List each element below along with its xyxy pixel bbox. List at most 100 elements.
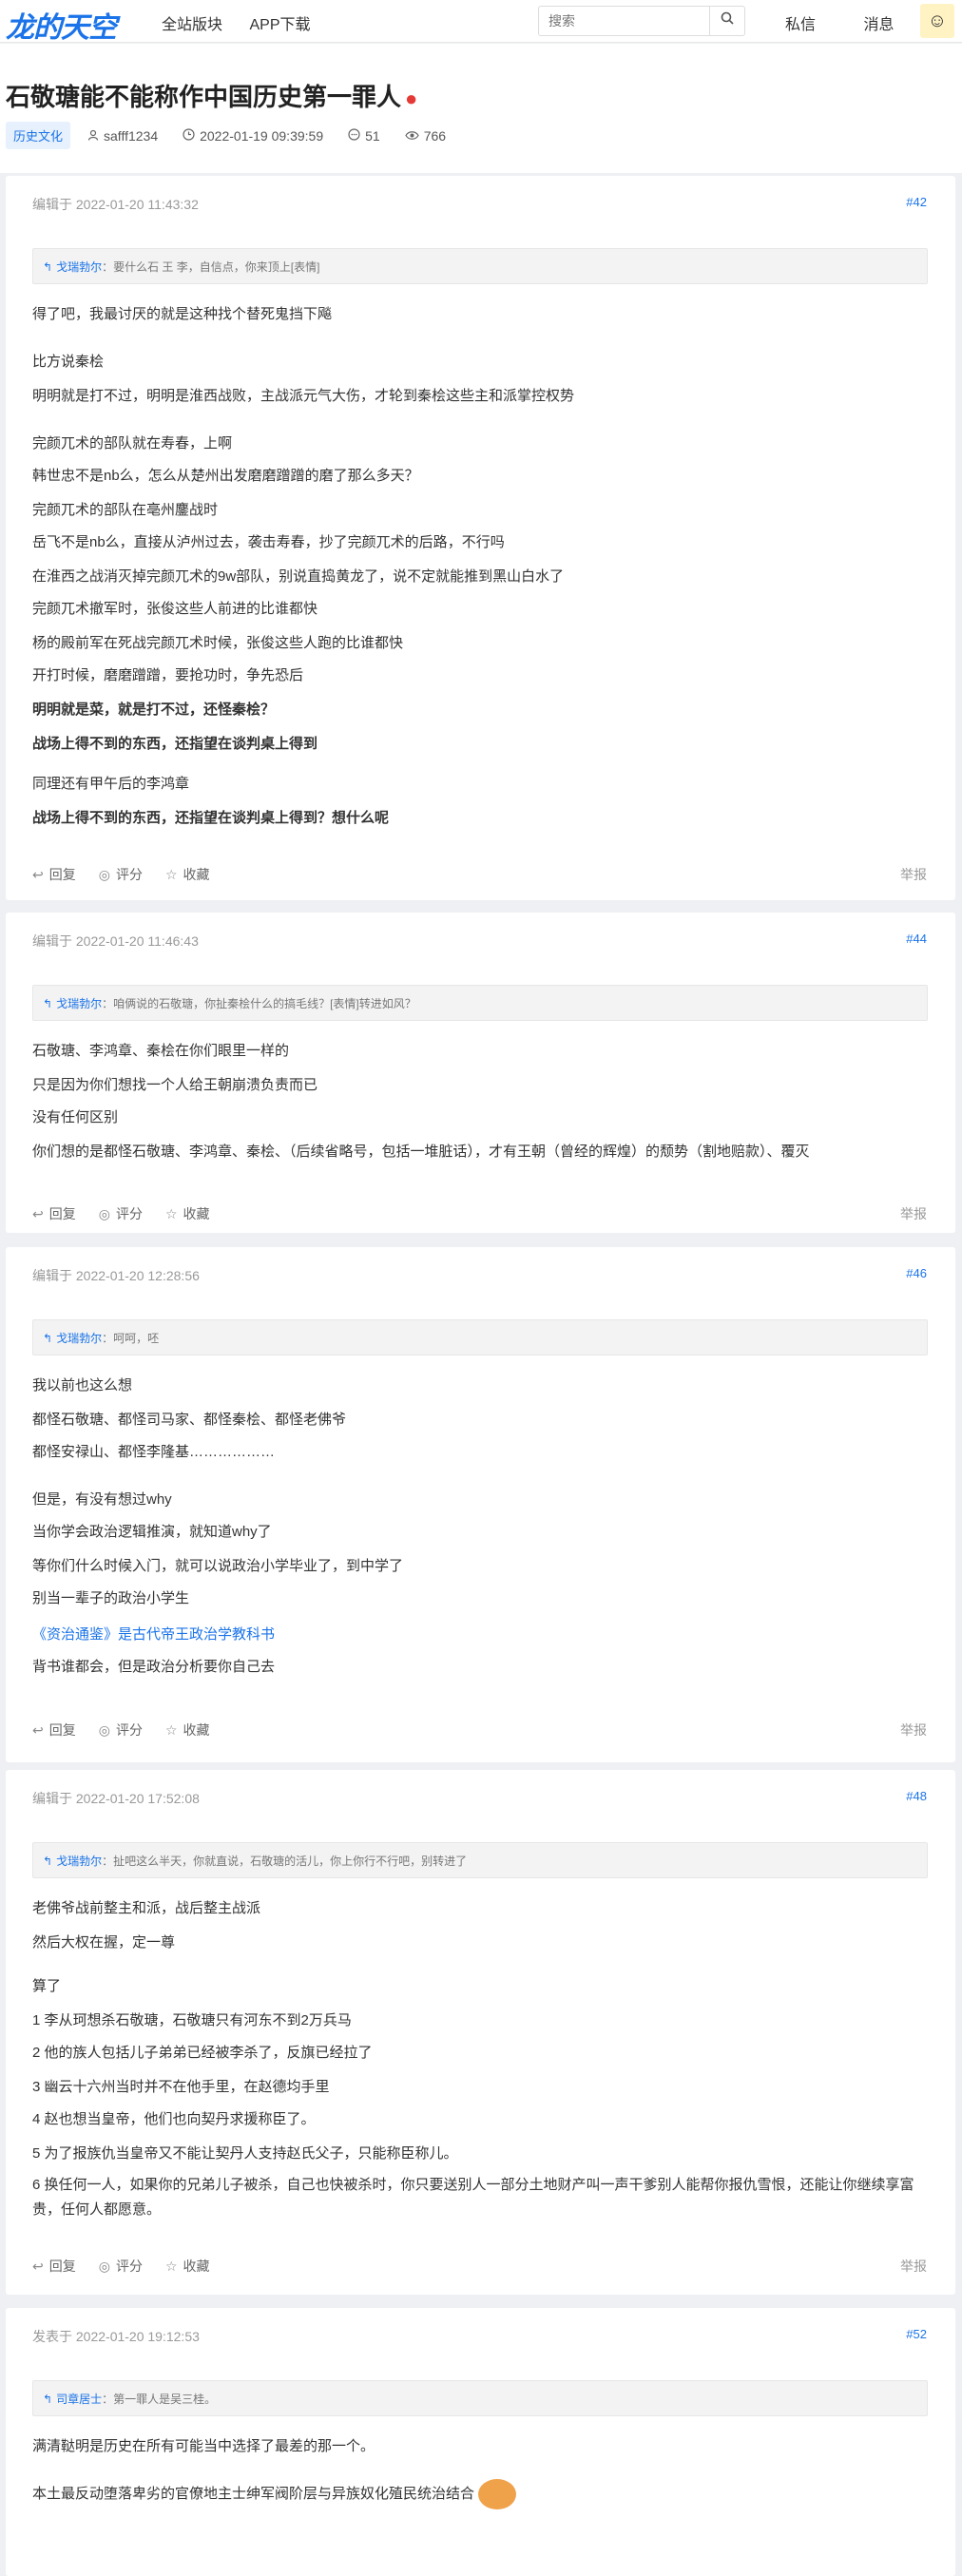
star-icon: ☆ [164,866,178,882]
post-line: 1 李从珂想杀石敬瑭，石敬瑭只有河东不到2万兵马 [32,2012,352,2028]
category-tag[interactable]: 历史文化 [6,122,71,149]
search-input[interactable] [539,7,712,35]
hot-flame-icon: ● [405,87,418,110]
quote-author[interactable]: 司章居士 [56,2393,102,2406]
post-floor-number[interactable]: #46 [906,1266,927,1280]
post-line: 别当一辈子的政治小学生 [32,1590,190,1606]
post-floor-number[interactable]: #42 [906,195,927,209]
post-44: 编辑于 2022-01-20 11:46:43 #44 ↰ 戈瑞勃尔：咱俩说的石敬… [6,913,955,1233]
post-edit-time: 编辑于 2022-01-20 11:43:32 [32,197,199,212]
post-line: 当你学会政治逻辑推演，就知道why了 [32,1524,272,1540]
quote-text: ：第一罪人是吴三桂。 [102,2393,217,2406]
post-line: 开打时候，磨磨蹭蹭，要抢功时，争先恐后 [32,667,304,683]
post-line: 但是，有没有想过why [32,1491,172,1508]
report-link[interactable]: 举报 [900,865,927,884]
report-link[interactable]: 举报 [900,2257,927,2276]
favorite-label: 收藏 [183,1206,210,1221]
eye-icon [404,128,419,144]
post-line: 岳飞不是nb么，直接从泸州过去，袭击寿春，抄了完颜兀术的后路，不行吗 [32,534,505,550]
post-52: 发表于 2022-01-20 19:12:53 #52 ↰ 司章居士：第一罪人是吴… [6,2308,955,2576]
post-line: 算了 [32,1978,62,1994]
page-title: 石敬瑭能不能称作中国历史第一罪人 ● [6,78,417,113]
quote-text: ：呵呵，呸 [102,1332,160,1345]
star-icon: ☆ [164,1205,178,1221]
reply-button[interactable]: ↩ 回复 [32,1204,76,1223]
reply-arrow-icon: ↰ [43,1855,53,1868]
private-message-link[interactable]: 私信 [785,17,816,33]
post-line: 明明就是打不过，明明是淮西战败，主战派元气大伤，才轮到秦桧这些主和派掌控权势 [32,388,575,404]
favorite-label: 收藏 [183,867,210,882]
post-line: 等你们什么时候入门，就可以说政治小学毕业了，到中学了 [32,1558,404,1574]
quote-author[interactable]: 戈瑞勃尔 [56,260,102,274]
rate-button[interactable]: ◎ 评分 [99,865,143,884]
post-line: 比方说秦桧 [32,354,105,370]
rate-button[interactable]: ◎ 评分 [99,1204,143,1223]
star-icon: ☆ [164,2258,178,2274]
favorite-button[interactable]: ☆ 收藏 [165,865,210,884]
post-line: 5 为了报族仇当皇帝又不能让契丹人支持赵氏父子，只能称臣称儿。 [32,2145,458,2162]
post-line-text: 本土最反动堕落卑劣的官僚地主士绅军阀阶层与异族奴化殖民统治结合 [32,2485,475,2502]
favorite-button[interactable]: ☆ 收藏 [165,1721,210,1740]
post-line: 战场上得不到的东西，还指望在谈判桌上得到 [32,736,318,752]
rate-button[interactable]: ◎ 评分 [99,1721,143,1740]
reply-label: 回复 [48,2259,76,2274]
reply-label: 回复 [48,867,76,882]
datetime-text: 2022-01-19 09:39:59 [200,127,324,144]
reply-button[interactable]: ↩ 回复 [32,2257,76,2276]
search-box [538,6,745,36]
favorite-button[interactable]: ☆ 收藏 [165,1204,210,1223]
post-actions: ↩ 回复 ◎ 评分 ☆ 收藏 [32,865,233,884]
thread-title: 石敬瑭能不能称作中国历史第一罪人 [6,83,402,111]
post-publish-time: 发表于 2022-01-20 19:12:53 [32,2329,200,2344]
quote-author[interactable]: 戈瑞勃尔 [56,997,102,1010]
reply-arrow-icon: ↰ [43,1332,53,1345]
post-line: 都怪石敬瑭、都怪司马家、都怪秦桧、都怪老佛爷 [32,1412,347,1428]
search-button[interactable] [709,7,744,35]
post-line: 杨的殿前军在死战完颜兀术时候，张俊这些人跑的比谁都快 [32,635,404,651]
quote-author[interactable]: 戈瑞勃尔 [56,1332,102,1345]
post-line: 都怪安禄山、都怪李隆基……………… [32,1444,276,1460]
header-right: 私信 消息 [785,11,937,34]
post-edit-time: 编辑于 2022-01-20 17:52:08 [32,1791,200,1806]
post-floor-number[interactable]: #48 [906,1789,927,1803]
site-logo[interactable]: 龙的天空 [6,4,117,46]
rate-label: 评分 [115,2259,143,2274]
post-line: 然后大权在握，定一尊 [32,1934,176,1951]
post-line: 没有任何区别 [32,1109,119,1125]
report-link[interactable]: 举报 [900,1721,927,1740]
coin-icon: ◎ [98,2258,110,2274]
emoji-sticker-icon [478,2479,517,2509]
post-line: 石敬瑭、李鸿章、秦桧在你们眼里一样的 [32,1043,290,1059]
post-floor-number[interactable]: #44 [906,932,927,946]
reply-count-text: 51 [365,127,380,144]
author-name: safff1234 [104,127,159,144]
quote-block: ↰ 司章居士：第一罪人是吴三桂。 [32,2380,928,2416]
user-avatar[interactable]: ☺ [920,4,954,38]
post-floor-number[interactable]: #52 [906,2327,927,2341]
quote-author[interactable]: 戈瑞勃尔 [56,1855,102,1868]
post-line: 4 赵也想当皇帝，他们也向契丹求援称臣了。 [32,2111,316,2127]
favorite-button[interactable]: ☆ 收藏 [165,2257,210,2276]
report-link[interactable]: 举报 [900,1204,927,1223]
coin-icon: ◎ [98,1721,110,1738]
reply-button[interactable]: ↩ 回复 [32,1721,76,1740]
user-icon [87,128,99,144]
post-48: 编辑于 2022-01-20 17:52:08 #48 ↰ 戈瑞勃尔：扯吧这么半天… [6,1770,955,2295]
coin-icon: ◎ [98,866,110,882]
post-actions: ↩ 回复 ◎ 评分 ☆ 收藏 [32,1204,233,1223]
reply-button[interactable]: ↩ 回复 [32,865,76,884]
post-line: 同理还有甲午后的李鸿章 [32,776,190,792]
post-line-link[interactable]: 《资治通鉴》是古代帝王政治学教科书 [32,1624,275,1644]
reply-icon: ↩ [32,1721,44,1738]
nav-app-download[interactable]: APP下载 [249,17,310,33]
reply-count: 51 [348,128,380,144]
nav-all-boards[interactable]: 全站版块 [162,17,222,33]
author-info[interactable]: safff1234 [87,128,158,144]
notifications-link[interactable]: 消息 [863,17,894,33]
quote-block: ↰ 戈瑞勃尔：扯吧这么半天，你就直说，石敬瑭的活儿，你上你行不行吧，别转进了 [32,1842,928,1878]
rate-button[interactable]: ◎ 评分 [99,2257,143,2276]
favorite-label: 收藏 [183,2259,210,2274]
post-datetime: 2022-01-19 09:39:59 [183,128,323,144]
view-count-text: 766 [423,127,447,144]
reply-label: 回复 [48,1206,76,1221]
